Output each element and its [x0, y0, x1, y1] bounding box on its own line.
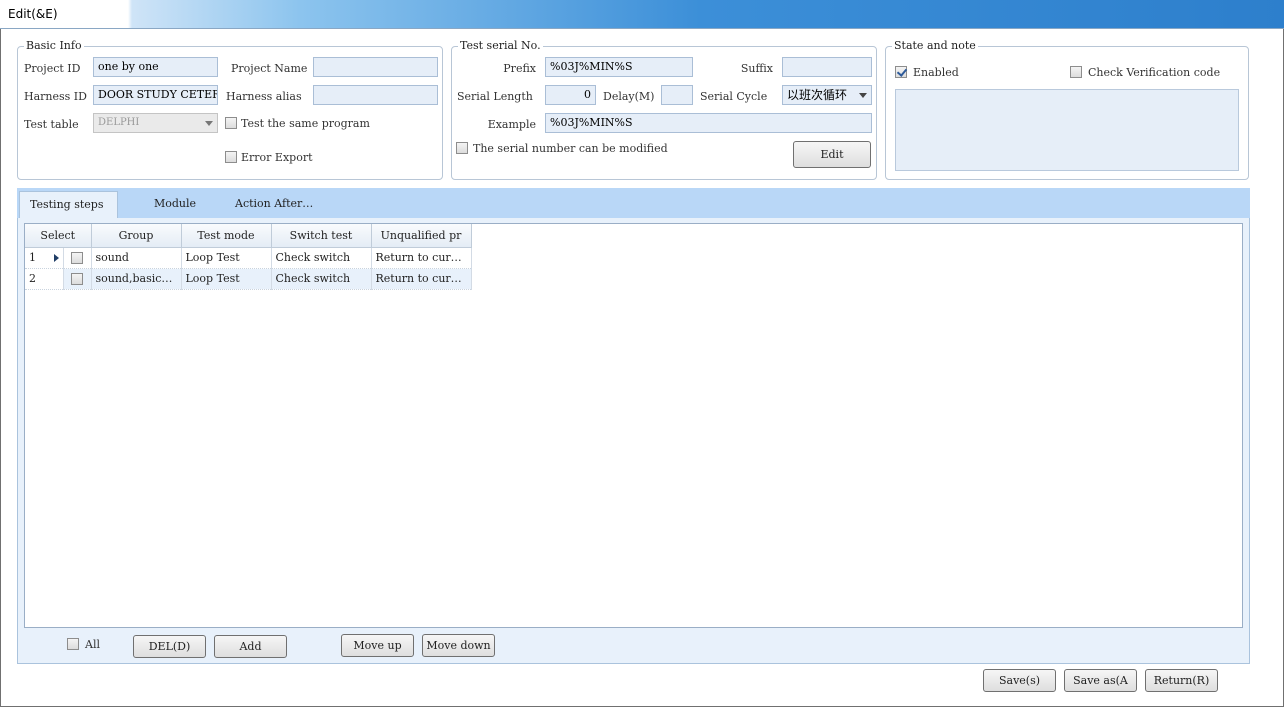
example-input[interactable]: %03J%MIN%S — [545, 113, 872, 133]
window-title: Edit(&E) — [8, 7, 58, 21]
col-switch-test[interactable]: Switch test — [271, 224, 372, 248]
delay-input[interactable] — [661, 85, 693, 105]
steps-grid[interactable]: Select Group Test mode Switch test Unqua… — [24, 223, 1243, 628]
project-name-input[interactable] — [313, 57, 438, 77]
serial-length-input[interactable]: 0 — [545, 85, 596, 105]
enabled-checkbox[interactable] — [895, 66, 907, 78]
move-up-button[interactable]: Move up — [341, 634, 414, 657]
serial-modifiable-label: The serial number can be modified — [473, 142, 668, 155]
row-index: 2 — [29, 272, 36, 285]
test-serial-legend: Test serial No. — [458, 39, 543, 52]
same-program-checkbox[interactable] — [225, 117, 237, 129]
error-export-label: Error Export — [241, 151, 313, 164]
col-test-mode[interactable]: Test mode — [181, 224, 272, 248]
delay-label: Delay(M) — [603, 90, 655, 103]
chevron-down-icon — [859, 93, 867, 98]
row-select-cell[interactable] — [63, 247, 92, 269]
move-down-button[interactable]: Move down — [422, 634, 495, 657]
basic-info-legend: Basic Info — [24, 39, 84, 52]
row-index: 1 — [29, 251, 36, 264]
example-label: Example — [487, 118, 536, 131]
project-id-input[interactable]: one by one — [93, 57, 218, 77]
select-all-checkbox[interactable] — [67, 638, 79, 650]
tab-module[interactable]: Module — [144, 191, 206, 218]
harness-alias-label: Harness alias — [226, 90, 302, 103]
test-mode-cell[interactable]: Loop Test — [181, 247, 272, 269]
same-program-label: Test the same program — [241, 117, 370, 130]
chevron-down-icon — [205, 121, 213, 126]
switch-test-cell[interactable]: Check switch — [271, 268, 372, 290]
suffix-label: Suffix — [740, 62, 773, 75]
steps-table: Select Group Test mode Switch test Unqua… — [25, 224, 472, 290]
harness-alias-input[interactable] — [313, 85, 438, 105]
prefix-input[interactable]: %03J%MIN%S — [545, 57, 693, 77]
edit-button[interactable]: Edit — [793, 141, 871, 168]
verification-checkbox[interactable] — [1070, 66, 1082, 78]
serial-length-label: Serial Length — [457, 90, 533, 103]
note-textarea[interactable] — [895, 89, 1239, 171]
test-table-value: DELPHI — [98, 117, 140, 128]
add-button[interactable]: Add — [214, 635, 287, 658]
tab-strip: Testing steps Module Action After… — [17, 188, 1250, 218]
group-cell[interactable]: sound — [91, 247, 182, 269]
grid-header-row: Select Group Test mode Switch test Unqua… — [25, 224, 472, 248]
table-row[interactable]: 2 sound,basic… Loop Test Check switch Re… — [25, 268, 472, 290]
row-select-checkbox[interactable] — [71, 252, 83, 264]
current-row-arrow-icon — [53, 253, 59, 262]
serial-cycle-select[interactable]: 以班次循环 — [782, 85, 872, 105]
switch-test-cell[interactable]: Check switch — [271, 247, 372, 269]
row-select-checkbox[interactable] — [71, 273, 83, 285]
row-select-cell[interactable] — [63, 268, 92, 290]
select-all-label: All — [85, 638, 100, 651]
test-table-select[interactable]: DELPHI — [93, 113, 218, 133]
return-button[interactable]: Return(R) — [1145, 669, 1218, 692]
harness-id-input[interactable]: DOOR STUDY CETER — [93, 85, 218, 105]
harness-id-label: Harness ID — [24, 90, 87, 103]
col-unqualified[interactable]: Unqualified pr — [371, 224, 472, 248]
row-header[interactable]: 1 — [25, 247, 64, 269]
row-header[interactable]: 2 — [25, 268, 64, 290]
delete-button[interactable]: DEL(D) — [133, 635, 206, 658]
test-mode-cell[interactable]: Loop Test — [181, 268, 272, 290]
col-select[interactable]: Select — [25, 224, 92, 248]
col-group[interactable]: Group — [91, 224, 182, 248]
tab-action-after[interactable]: Action After… — [225, 191, 323, 218]
error-export-checkbox[interactable] — [225, 151, 237, 163]
suffix-input[interactable] — [782, 57, 872, 77]
project-id-label: Project ID — [24, 62, 81, 75]
save-button[interactable]: Save(s) — [983, 669, 1056, 692]
save-as-button[interactable]: Save as(A — [1064, 669, 1137, 692]
serial-cycle-value: 以班次循环 — [787, 88, 848, 102]
window-titlebar[interactable]: Edit(&E) — [0, 0, 1284, 29]
serial-modifiable-checkbox[interactable] — [456, 142, 468, 154]
prefix-label: Prefix — [503, 62, 536, 75]
test-table-label: Test table — [24, 118, 79, 131]
serial-cycle-label: Serial Cycle — [700, 90, 768, 103]
enabled-label: Enabled — [913, 66, 959, 79]
state-note-legend: State and note — [892, 39, 978, 52]
tab-testing-steps[interactable]: Testing steps — [19, 191, 118, 218]
unqualified-cell[interactable]: Return to cur… — [371, 268, 472, 290]
table-row[interactable]: 1 sound Loop Test Check switch Return to… — [25, 247, 472, 269]
unqualified-cell[interactable]: Return to cur… — [371, 247, 472, 269]
verification-label: Check Verification code — [1088, 66, 1221, 79]
project-name-label: Project Name — [231, 62, 308, 75]
group-cell[interactable]: sound,basic… — [91, 268, 182, 290]
